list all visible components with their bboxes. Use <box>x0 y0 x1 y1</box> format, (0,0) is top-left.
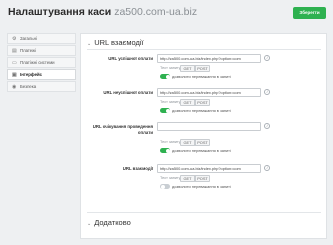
info-icon[interactable]: i <box>264 123 270 129</box>
chevron-down-icon: ⌄ <box>87 41 92 47</box>
sidebar-item-general[interactable]: ⚙ Загальні <box>7 33 76 44</box>
section-divider <box>87 212 321 213</box>
toggle-knob <box>160 184 165 189</box>
settings-sidebar: ⚙ Загальні ▤ Платежі ▭ Платіжні системи … <box>7 33 76 93</box>
post-button[interactable]: POST <box>195 139 210 146</box>
site-name: za500.com-ua.biz <box>114 6 198 18</box>
section-header-additional[interactable]: ⌄ Додатково <box>87 218 131 228</box>
test-request-label: Тест запиту <box>160 66 181 70</box>
settings-panel: ⌄URL взаємодії URL успішної оплати i Тес… <box>80 33 327 239</box>
toggle-label: дозволити переважання в запиті <box>172 184 231 189</box>
post-button[interactable]: POST <box>195 99 210 106</box>
test-request-label: Тест запиту <box>160 140 181 144</box>
field-label: URL очікування проведення оплати <box>92 124 153 135</box>
field-label: URL неуспішної оплати <box>103 90 153 95</box>
info-icon[interactable]: i <box>264 89 270 95</box>
post-button[interactable]: POST <box>195 65 210 72</box>
page-header: Налаштування каси za500.com-ua.biz Зберег… <box>0 0 333 24</box>
toggle-knob <box>165 74 170 79</box>
override-toggle[interactable] <box>160 148 170 153</box>
sidebar-item-payments[interactable]: ▤ Платежі <box>7 45 76 56</box>
get-button[interactable]: GET <box>180 139 195 146</box>
override-toggle[interactable] <box>160 108 170 113</box>
sidebar-item-interface[interactable]: ▣ Інтерфейс <box>7 69 76 80</box>
wallet-icon: ▭ <box>12 60 17 66</box>
document-icon: ▤ <box>12 48 17 54</box>
sidebar-item-security[interactable]: ◉ Безпека <box>7 81 76 92</box>
pending-url-input[interactable] <box>157 122 261 131</box>
sidebar-item-label: Платіжні системи <box>20 60 55 65</box>
interface-icon: ▣ <box>12 72 17 78</box>
shield-icon: ◉ <box>12 84 17 90</box>
sidebar-item-payment-systems[interactable]: ▭ Платіжні системи <box>7 57 76 68</box>
get-button[interactable]: GET <box>180 99 195 106</box>
sidebar-item-label: Загальні <box>20 36 37 41</box>
section-divider <box>87 49 321 50</box>
section-title: Додатково <box>94 218 131 227</box>
toggle-label: дозволити переважання в запиті <box>172 108 231 113</box>
toggle-label: дозволити переважання в запиті <box>172 74 231 79</box>
get-button[interactable]: GET <box>180 65 195 72</box>
toggle-knob <box>165 148 170 153</box>
test-request-label: Тест запиту <box>160 100 181 104</box>
info-icon[interactable]: i <box>264 165 270 171</box>
chevron-down-icon: ⌄ <box>87 221 92 227</box>
section-header-url[interactable]: ⌄ URL взаємодії <box>87 38 144 48</box>
section-title: URL взаємодії <box>94 38 144 47</box>
get-button[interactable]: GET <box>180 175 195 182</box>
sidebar-item-label: Інтерфейс <box>20 72 43 77</box>
info-icon[interactable]: i <box>264 55 270 61</box>
override-toggle[interactable] <box>160 74 170 79</box>
success-url-input[interactable] <box>157 54 261 63</box>
save-button[interactable]: Зберегти <box>293 7 326 19</box>
sidebar-item-label: Безпека <box>20 84 37 89</box>
toggle-label: дозволити переважання в запиті <box>172 148 231 153</box>
gear-icon: ⚙ <box>12 36 17 42</box>
post-button[interactable]: POST <box>195 175 210 182</box>
toggle-knob <box>165 108 170 113</box>
page-title-text: Налаштування каси <box>8 6 112 18</box>
field-label: URL взаємодії <box>122 166 153 171</box>
sidebar-item-label: Платежі <box>20 48 36 53</box>
field-label: URL успішної оплати <box>108 56 153 61</box>
page-title: Налаштування каси za500.com-ua.biz <box>8 6 197 18</box>
interaction-url-input[interactable] <box>157 164 261 173</box>
test-request-label: Тест запиту <box>160 176 181 180</box>
fail-url-input[interactable] <box>157 88 261 97</box>
override-toggle[interactable] <box>160 184 170 189</box>
